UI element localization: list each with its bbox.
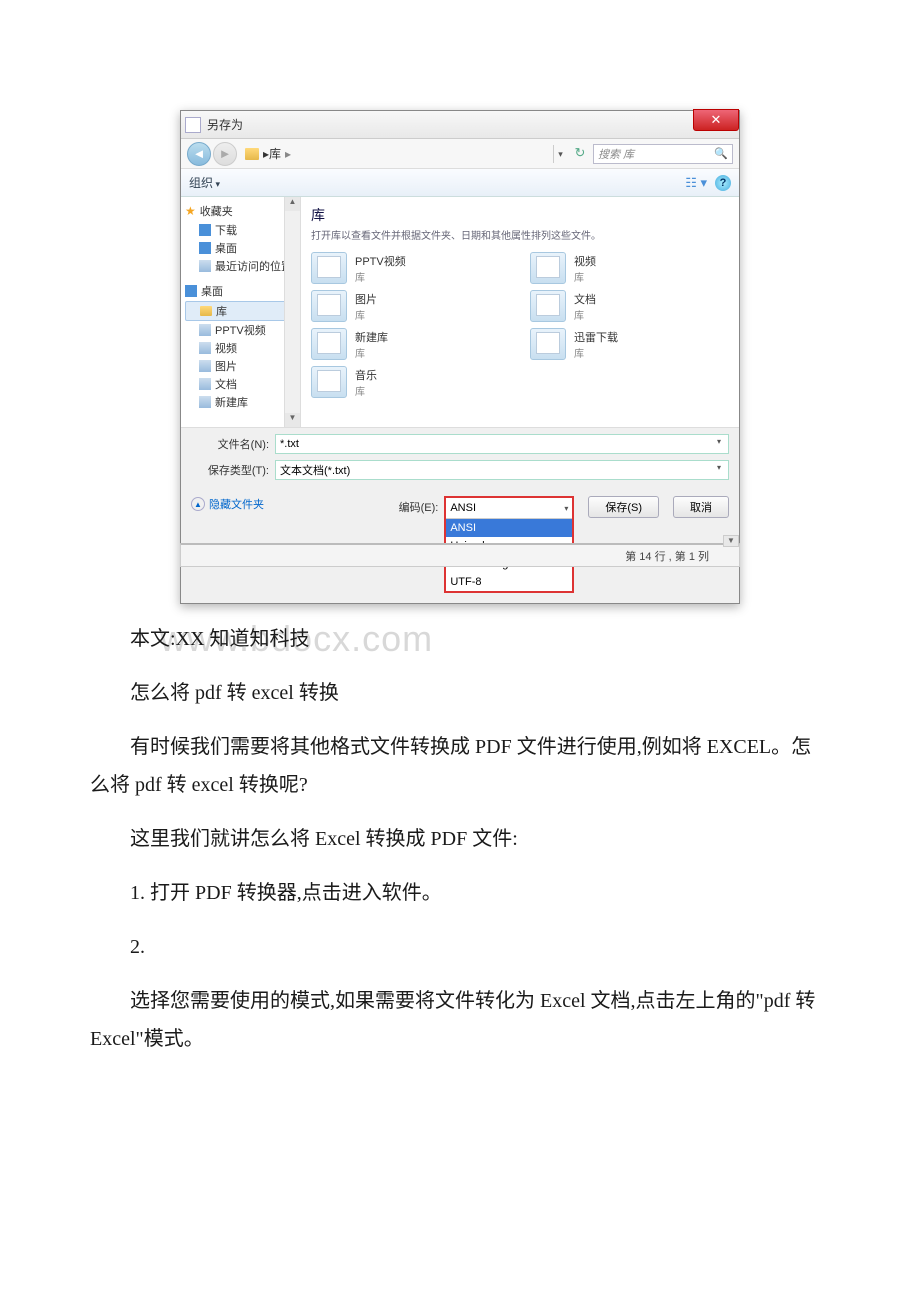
library-icon: [530, 328, 566, 360]
titlebar[interactable]: 另存为 ✕: [181, 111, 739, 139]
article-body: 本文:XX 知道知科技 怎么将 pdf 转 excel 转换 有时候我们需要将其…: [90, 620, 830, 1074]
back-button[interactable]: ◄: [187, 142, 211, 166]
notepad-statusbar: ▼ 第 14 行 , 第 1 列: [180, 543, 740, 567]
chevron-down-icon[interactable]: ▾: [712, 437, 726, 451]
paragraph: 这里我们就讲怎么将 Excel 转换成 PDF 文件:: [90, 820, 830, 858]
library-icon: [199, 342, 211, 354]
sidebar-downloads[interactable]: 下载: [185, 221, 296, 239]
search-placeholder: 搜索 库: [598, 146, 634, 162]
encoding-label: 编码(E):: [399, 496, 439, 515]
folder-icon: [245, 148, 259, 160]
history-dropdown[interactable]: ▾: [553, 145, 567, 163]
toolbar: 组织 ☷ ▾ ?: [181, 169, 739, 197]
sidebar-libraries[interactable]: 库: [185, 301, 296, 321]
hide-folders-link[interactable]: 隐藏文件夹: [191, 496, 264, 512]
sidebar: ★收藏夹 下载 桌面 最近访问的位置 桌面 库 PPTV视频 视频 图片 文档 …: [181, 197, 301, 427]
navigation-bar: ◄ ► ▸ 库 ▸ ▾ ↻ 搜索 库 🔍: [181, 139, 739, 169]
paragraph: 1. 打开 PDF 转换器,点击进入软件。: [90, 874, 830, 912]
sidebar-newlib[interactable]: 新建库: [185, 393, 296, 411]
help-button[interactable]: ?: [715, 175, 731, 191]
dialog-body: ★收藏夹 下载 桌面 最近访问的位置 桌面 库 PPTV视频 视频 图片 文档 …: [181, 197, 739, 427]
close-button[interactable]: ✕: [693, 109, 739, 131]
download-icon: [199, 224, 211, 236]
desktop-icon: [185, 285, 197, 297]
desktop-icon: [199, 242, 211, 254]
library-icon: [311, 252, 347, 284]
filetype-label: 保存类型(T):: [191, 462, 269, 478]
library-icon: [199, 324, 211, 336]
folder-icon: [200, 306, 212, 316]
filetype-select[interactable]: 文本文档(*.txt)▾: [275, 460, 729, 480]
pane-subtext: 打开库以查看文件并根据文件夹、日期和其他属性排列这些文件。: [311, 227, 729, 242]
library-documents[interactable]: 文档库: [530, 290, 729, 322]
save-as-dialog: 另存为 ✕ ◄ ► ▸ 库 ▸ ▾ ↻ 搜索 库 🔍 组织 ☷ ▾ ?: [180, 110, 740, 604]
cursor-position: 第 14 行 , 第 1 列: [625, 548, 709, 564]
library-icon: [311, 366, 347, 398]
paragraph: 怎么将 pdf 转 excel 转换: [90, 674, 830, 712]
library-icon: [530, 290, 566, 322]
library-xunlei[interactable]: 迅雷下载库: [530, 328, 729, 360]
library-icon: [311, 328, 347, 360]
breadcrumb[interactable]: ▸ 库 ▸: [245, 145, 295, 162]
paragraph: 有时候我们需要将其他格式文件转换成 PDF 文件进行使用,例如将 EXCEL。怎…: [90, 728, 830, 804]
sidebar-videos[interactable]: 视频: [185, 339, 296, 357]
recent-icon: [199, 260, 211, 272]
search-input[interactable]: 搜索 库 🔍: [593, 144, 733, 164]
library-icon: [199, 378, 211, 390]
search-icon: 🔍: [714, 147, 728, 160]
filename-label: 文件名(N):: [191, 436, 269, 452]
save-button[interactable]: 保存(S): [588, 496, 659, 518]
forward-button[interactable]: ►: [213, 142, 237, 166]
scroll-down-icon[interactable]: ▼: [285, 413, 300, 427]
breadcrumb-sep: ▸: [285, 147, 291, 161]
filename-input[interactable]: *.txt▾: [275, 434, 729, 454]
chevron-down-icon[interactable]: ▾: [564, 504, 568, 513]
file-fields: 文件名(N): *.txt▾ 保存类型(T): 文本文档(*.txt)▾: [181, 427, 739, 490]
scroll-track[interactable]: [285, 211, 300, 413]
scroll-down-icon[interactable]: ▼: [723, 535, 739, 547]
library-music[interactable]: 音乐库: [311, 366, 510, 398]
desktop-header[interactable]: 桌面: [185, 283, 296, 299]
favorites-header[interactable]: ★收藏夹: [185, 203, 296, 219]
star-icon: ★: [185, 204, 196, 218]
app-icon: [185, 117, 201, 133]
scroll-up-icon[interactable]: ▲: [285, 197, 300, 211]
library-icon: [199, 360, 211, 372]
sidebar-pictures[interactable]: 图片: [185, 357, 296, 375]
library-videos[interactable]: 视频库: [530, 252, 729, 284]
paragraph: 本文:XX 知道知科技: [90, 620, 830, 658]
sidebar-documents[interactable]: 文档: [185, 375, 296, 393]
main-pane: 库 打开库以查看文件并根据文件夹、日期和其他属性排列这些文件。 PPTV视频库 …: [301, 197, 739, 427]
organize-menu[interactable]: 组织: [189, 174, 220, 191]
pane-heading: 库: [311, 205, 729, 225]
library-pptv[interactable]: PPTV视频库: [311, 252, 510, 284]
window-title: 另存为: [207, 116, 243, 133]
encoding-option[interactable]: ANSI: [446, 519, 572, 537]
sidebar-recent[interactable]: 最近访问的位置: [185, 257, 296, 275]
library-icon: [530, 252, 566, 284]
sidebar-scrollbar[interactable]: ▲ ▼: [284, 197, 300, 427]
library-newlib[interactable]: 新建库库: [311, 328, 510, 360]
cancel-button[interactable]: 取消: [673, 496, 729, 518]
paragraph: 2.: [90, 928, 830, 966]
view-button[interactable]: ☷ ▾: [685, 175, 707, 191]
sidebar-pptv[interactable]: PPTV视频: [185, 321, 296, 339]
paragraph: 选择您需要使用的模式,如果需要将文件转化为 Excel 文档,点击左上角的"pd…: [90, 982, 830, 1058]
sidebar-desktop[interactable]: 桌面: [185, 239, 296, 257]
chevron-down-icon[interactable]: ▾: [712, 463, 726, 477]
encoding-option[interactable]: UTF-8: [446, 573, 572, 591]
library-pictures[interactable]: 图片库: [311, 290, 510, 322]
library-icon: [199, 396, 211, 408]
library-icon: [311, 290, 347, 322]
refresh-button[interactable]: ↻: [571, 145, 589, 163]
breadcrumb-root[interactable]: 库: [269, 145, 281, 162]
